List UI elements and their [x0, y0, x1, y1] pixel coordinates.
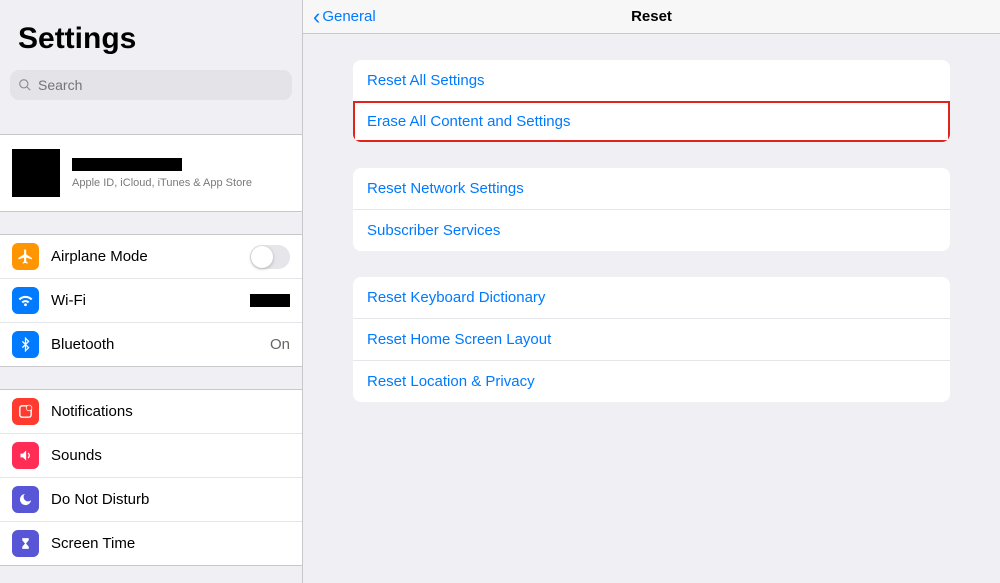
account-subtitle: Apple ID, iCloud, iTunes & App Store	[72, 177, 252, 189]
bluetooth-row[interactable]: Bluetooth On	[0, 322, 302, 366]
reset-location-privacy[interactable]: Reset Location & Privacy	[353, 360, 950, 402]
back-label: General	[322, 8, 375, 25]
page-title: Reset	[631, 8, 672, 25]
subscriber-services[interactable]: Subscriber Services	[353, 209, 950, 251]
reset-home-screen-layout[interactable]: Reset Home Screen Layout	[353, 318, 950, 360]
main-panel: ‹ General Reset Reset All Settings Erase…	[303, 0, 1000, 583]
notifications-label: Notifications	[51, 403, 133, 420]
reset-group-2: Reset Network Settings Subscriber Servic…	[353, 168, 950, 251]
airplane-mode-toggle[interactable]	[250, 245, 290, 269]
bluetooth-label: Bluetooth	[51, 336, 114, 353]
search-field[interactable]	[10, 70, 292, 100]
settings-title: Settings	[18, 22, 284, 56]
sounds-row[interactable]: Sounds	[0, 433, 302, 477]
reset-group-1: Reset All Settings Erase All Content and…	[353, 60, 950, 142]
moon-icon	[12, 486, 39, 513]
sounds-icon	[12, 442, 39, 469]
wifi-icon	[12, 287, 39, 314]
wifi-row[interactable]: Wi-Fi	[0, 278, 302, 322]
back-button[interactable]: ‹ General	[313, 6, 376, 28]
reset-all-settings[interactable]: Reset All Settings	[353, 60, 950, 101]
reset-group-3: Reset Keyboard Dictionary Reset Home Scr…	[353, 277, 950, 402]
avatar	[12, 149, 60, 197]
dnd-row[interactable]: Do Not Disturb	[0, 477, 302, 521]
search-input[interactable]	[38, 77, 284, 93]
notifications-icon	[12, 398, 39, 425]
settings-sidebar: Settings Apple ID, iCloud, iTunes & App …	[0, 0, 303, 583]
account-group: Apple ID, iCloud, iTunes & App Store	[0, 134, 302, 212]
bluetooth-value: On	[270, 336, 290, 353]
sounds-label: Sounds	[51, 447, 102, 464]
airplane-mode-row[interactable]: Airplane Mode	[0, 235, 302, 278]
wifi-label: Wi-Fi	[51, 292, 86, 309]
connectivity-group: Airplane Mode Wi-Fi Bluetooth On	[0, 234, 302, 367]
airplane-icon	[12, 243, 39, 270]
chevron-left-icon: ‹	[313, 6, 320, 28]
erase-all-content[interactable]: Erase All Content and Settings	[353, 101, 950, 142]
hourglass-icon	[12, 530, 39, 557]
screentime-row[interactable]: Screen Time	[0, 521, 302, 565]
account-row[interactable]: Apple ID, iCloud, iTunes & App Store	[0, 135, 302, 211]
screentime-label: Screen Time	[51, 535, 135, 552]
airplane-mode-label: Airplane Mode	[51, 248, 148, 265]
wifi-value-redacted	[250, 294, 290, 307]
sidebar-header: Settings	[0, 0, 302, 62]
reset-keyboard-dictionary[interactable]: Reset Keyboard Dictionary	[353, 277, 950, 318]
notifications-row[interactable]: Notifications	[0, 390, 302, 433]
bluetooth-icon	[12, 331, 39, 358]
dnd-label: Do Not Disturb	[51, 491, 149, 508]
account-name-redacted	[72, 158, 182, 171]
nav-bar: ‹ General Reset	[303, 0, 1000, 34]
search-icon	[18, 78, 32, 92]
reset-network-settings[interactable]: Reset Network Settings	[353, 168, 950, 209]
alerts-group: Notifications Sounds Do Not Disturb Scre…	[0, 389, 302, 566]
reset-content: Reset All Settings Erase All Content and…	[303, 34, 1000, 454]
